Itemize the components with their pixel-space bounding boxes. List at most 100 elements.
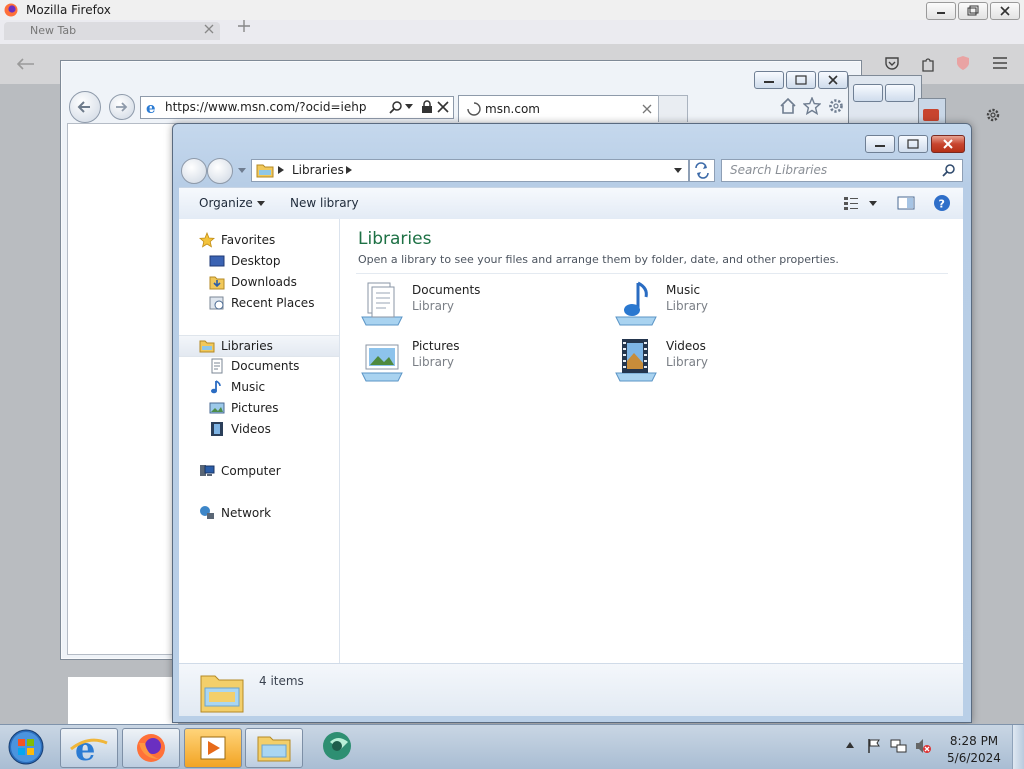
nav-item-network[interactable]: Network — [179, 503, 339, 523]
ie-address-bar[interactable]: e https://www.msn.com/?ocid=iehp — [140, 96, 454, 119]
show-hidden-icons-chevron-icon[interactable] — [846, 742, 854, 748]
ie-minimize-button[interactable] — [754, 71, 784, 89]
ie-close-button[interactable] — [818, 71, 848, 89]
firefox-back-icon[interactable] — [14, 56, 36, 72]
nav-item-videos[interactable]: Videos — [179, 419, 339, 439]
ie-tab[interactable]: msn.com — [458, 95, 660, 122]
help-icon[interactable]: ? — [933, 194, 951, 212]
recent-pages-chevron-icon[interactable] — [238, 168, 246, 173]
explorer-back-button[interactable] — [181, 158, 207, 184]
svg-text:e: e — [146, 99, 156, 115]
library-documents[interactable]: Documents Library — [358, 279, 598, 329]
nav-item-favorites[interactable]: Favorites — [179, 230, 339, 250]
firefox-settings-gear-icon[interactable] — [984, 106, 1002, 124]
nav-label-downloads: Downloads — [231, 275, 297, 289]
nav-item-pictures[interactable]: Pictures — [179, 398, 339, 418]
network-tray-icon[interactable] — [890, 737, 908, 755]
start-button[interactable] — [6, 728, 46, 766]
ie-url-text[interactable]: https://www.msn.com/?ocid=iehp — [165, 100, 366, 114]
change-view-icon[interactable] — [843, 195, 859, 211]
preview-pane-icon[interactable] — [897, 195, 915, 211]
firefox-close-button[interactable] — [990, 2, 1020, 20]
nav-item-desktop[interactable]: Desktop — [179, 251, 339, 271]
background-window-maximize-button[interactable] — [853, 84, 883, 102]
explorer-search-placeholder: Search Libraries — [730, 163, 828, 177]
library-videos-type: Library — [666, 355, 708, 369]
breadcrumb-arrow-icon[interactable] — [278, 166, 284, 174]
explorer-window[interactable]: Libraries Search Libraries Organize New … — [172, 123, 972, 723]
show-desktop-button[interactable] — [1012, 725, 1024, 769]
breadcrumb-arrow-icon[interactable] — [346, 166, 352, 174]
ie-tools-gear-icon[interactable] — [827, 97, 845, 115]
background-window-close-button[interactable] — [885, 84, 915, 102]
firefox-logo-icon — [4, 3, 18, 17]
breadcrumb-libraries[interactable]: Libraries — [292, 163, 344, 177]
firefox-tab-close-icon[interactable] — [202, 22, 216, 36]
music-icon — [209, 379, 225, 395]
library-videos[interactable]: Videos Library — [612, 335, 852, 385]
address-dropdown-icon[interactable] — [674, 168, 682, 173]
explorer-address-bar[interactable]: Libraries — [251, 159, 689, 182]
nav-item-recent-places[interactable]: Recent Places — [179, 293, 339, 313]
refresh-button[interactable] — [689, 159, 715, 182]
volume-muted-icon[interactable] — [914, 737, 932, 755]
pocket-icon[interactable] — [884, 55, 900, 71]
videos-icon — [209, 421, 225, 437]
ie-tab-close-icon[interactable] — [641, 103, 653, 115]
explorer-forward-button[interactable] — [207, 158, 233, 184]
firefox-title-bar[interactable]: Mozilla Firefox — [0, 0, 1024, 21]
music-library-icon — [612, 279, 660, 327]
taskbar-internet-explorer[interactable]: e — [60, 728, 118, 768]
taskbar-firefox[interactable] — [122, 728, 180, 768]
explorer-nav-buttons — [181, 158, 246, 184]
nav-item-libraries[interactable]: Libraries — [179, 335, 339, 357]
pictures-library-icon — [358, 335, 406, 383]
extensions-icon[interactable] — [920, 55, 936, 73]
nav-item-music[interactable]: Music — [179, 377, 339, 397]
divider — [356, 273, 948, 274]
explorer-search-field[interactable]: Search Libraries — [721, 159, 963, 182]
new-library-button[interactable]: New library — [290, 196, 359, 210]
ublock-icon[interactable] — [955, 55, 971, 71]
library-pictures[interactable]: Pictures Library — [358, 335, 598, 385]
nav-item-documents[interactable]: Documents — [179, 356, 339, 376]
nav-label-network: Network — [221, 506, 272, 520]
ie-back-button[interactable] — [69, 91, 101, 123]
nav-item-downloads[interactable]: Downloads — [179, 272, 339, 292]
background-window-close-icon[interactable] — [923, 109, 939, 121]
search-icon[interactable] — [942, 163, 956, 177]
ie-search-icon[interactable] — [389, 100, 403, 114]
organize-button[interactable]: Organize — [199, 196, 253, 210]
explorer-maximize-button[interactable] — [898, 135, 928, 153]
taskbar-clock-time[interactable]: 8:28 PM — [938, 734, 1010, 748]
page-description: Open a library to see your files and arr… — [358, 253, 839, 266]
ie-new-tab-button[interactable] — [658, 95, 688, 122]
ie-home-icon[interactable] — [779, 97, 797, 115]
nav-label-videos: Videos — [231, 422, 271, 436]
taskbar-clock-date[interactable]: 5/6/2024 — [938, 751, 1010, 765]
taskbar-media-player[interactable] — [184, 728, 242, 768]
taskbar-windows-explorer[interactable] — [245, 728, 303, 768]
taskbar-app-icon[interactable] — [318, 728, 358, 766]
firefox-minimize-button[interactable] — [926, 2, 956, 20]
nav-label-desktop: Desktop — [231, 254, 281, 268]
action-center-flag-icon[interactable] — [866, 737, 882, 755]
library-videos-name: Videos — [666, 339, 706, 353]
firefox-new-tab-icon[interactable] — [236, 18, 252, 34]
documents-library-icon — [358, 279, 406, 327]
explorer-close-button[interactable] — [931, 135, 965, 153]
library-music[interactable]: Music Library — [612, 279, 852, 329]
ie-dropdown-icon[interactable] — [405, 104, 413, 109]
firefox-tab-label: New Tab — [30, 24, 77, 37]
ie-stop-icon[interactable] — [437, 100, 449, 114]
view-options-chevron-icon[interactable] — [869, 201, 877, 206]
firefox-menu-icon[interactable] — [992, 56, 1008, 70]
blank-page-fragment — [68, 677, 178, 724]
ie-favorites-star-icon[interactable] — [803, 97, 821, 115]
explorer-minimize-button[interactable] — [865, 135, 895, 153]
organize-chevron-icon[interactable] — [257, 201, 265, 206]
ie-forward-button[interactable] — [109, 94, 135, 120]
ie-maximize-button[interactable] — [786, 71, 816, 89]
nav-item-computer[interactable]: Computer — [179, 461, 339, 481]
firefox-restore-button[interactable] — [958, 2, 988, 20]
